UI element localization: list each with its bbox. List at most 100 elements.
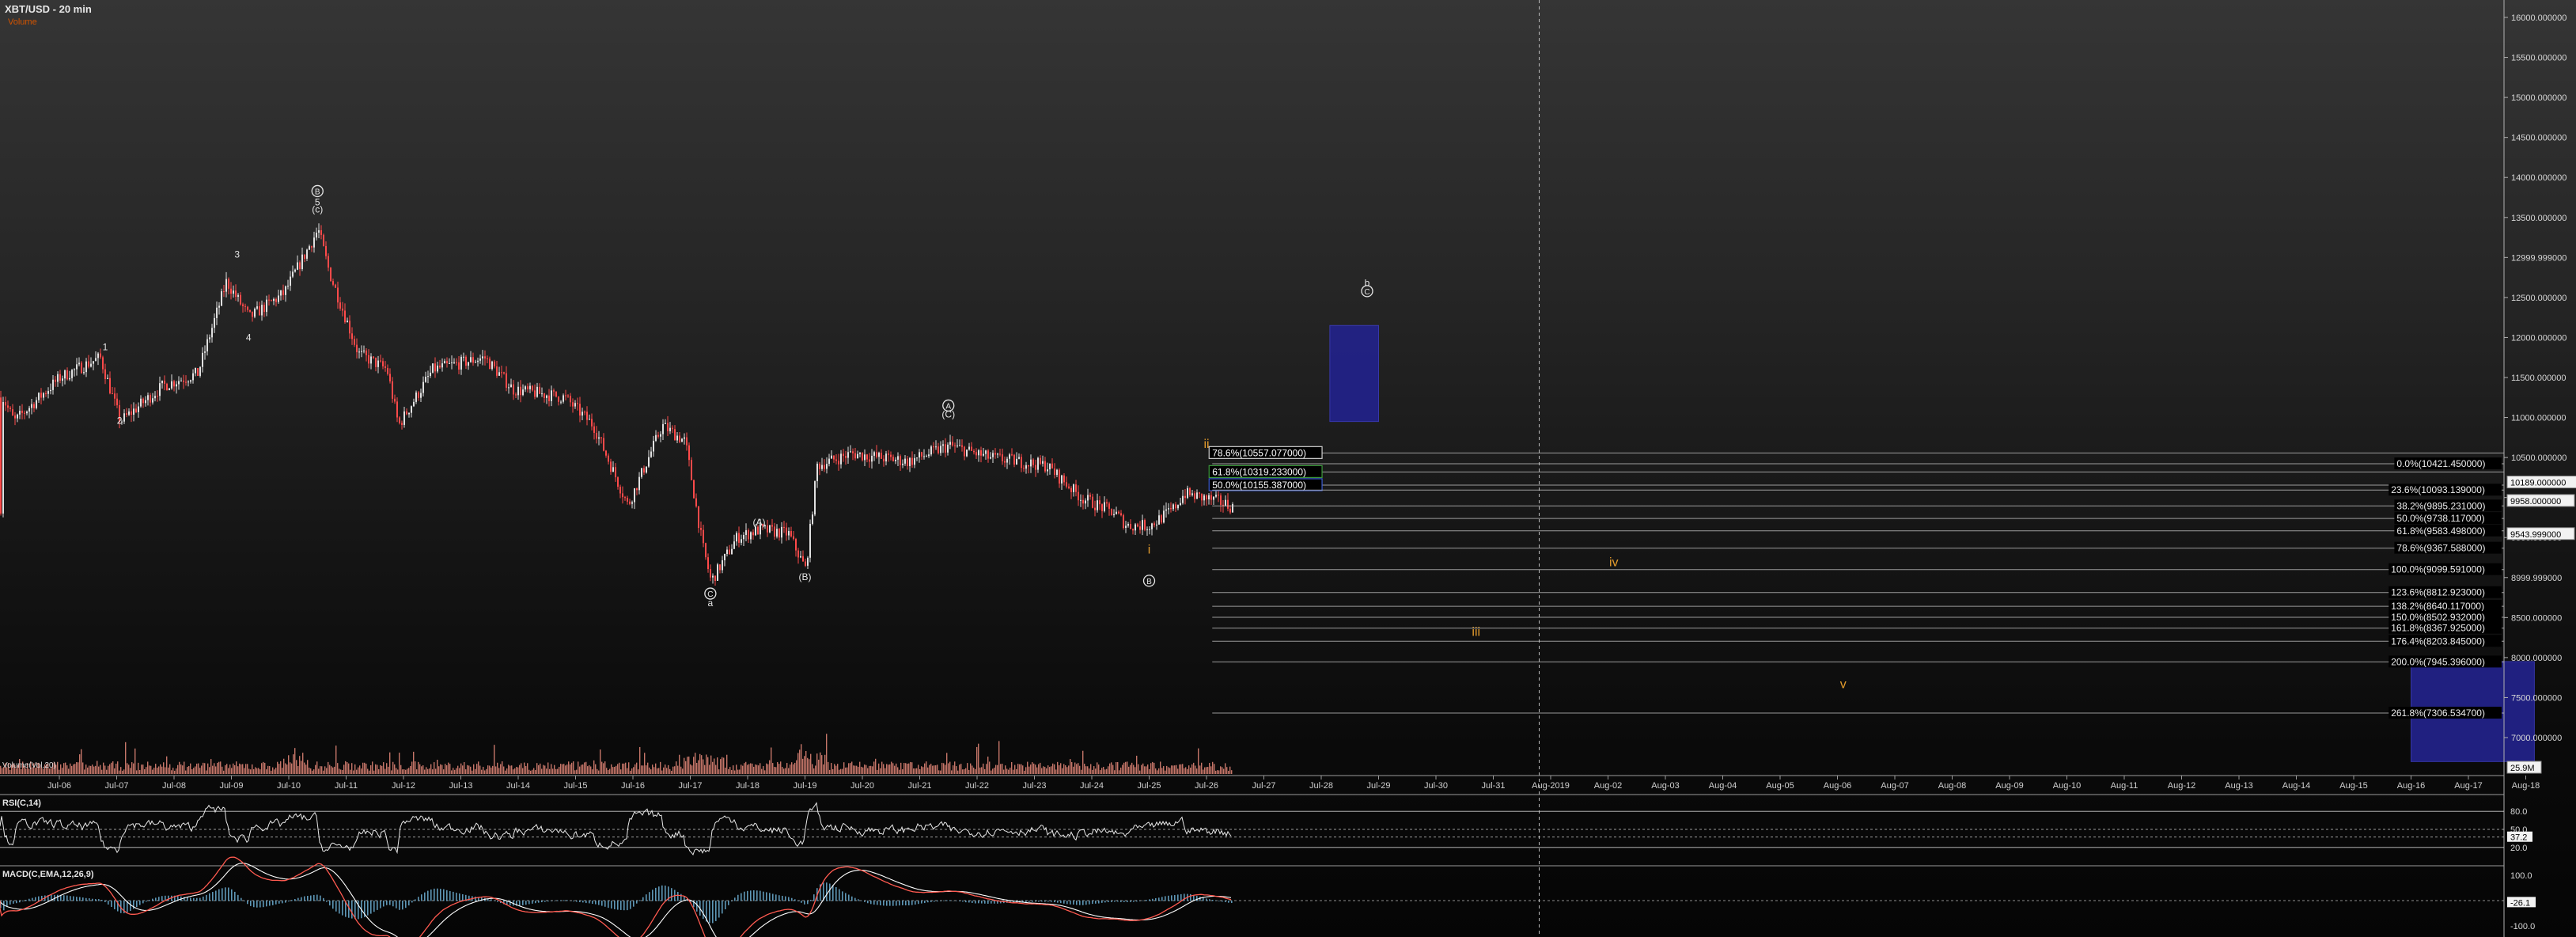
candle-body — [366, 350, 367, 355]
candle-body — [427, 376, 429, 377]
candle-body — [615, 467, 616, 478]
candle-body — [31, 404, 32, 408]
candle-body — [100, 353, 101, 358]
volume-bar — [1079, 765, 1081, 774]
volume-bar — [245, 764, 247, 774]
macd-hist-bar — [263, 901, 264, 908]
volume-bar — [698, 760, 699, 774]
macd-hist-bar — [1111, 901, 1112, 902]
candle-body — [297, 262, 298, 270]
macd-panel[interactable]: MACD(C,EMA,12,26,9) 100.0-26.1-100.0 — [0, 856, 2536, 937]
volume-bar — [1000, 764, 1002, 774]
candle-body — [244, 305, 246, 307]
volume-bar — [419, 764, 421, 774]
volume-bar — [799, 749, 801, 774]
candle-body — [987, 450, 989, 459]
candle-body — [223, 291, 225, 293]
volume-bar — [1114, 770, 1116, 774]
candle-body — [354, 339, 355, 345]
price-tick-label: 8999.999000 — [2511, 574, 2562, 583]
volume-bar — [103, 762, 104, 774]
volume-bar — [1141, 764, 1142, 774]
candle-body — [1146, 529, 1148, 530]
candle-body — [311, 246, 313, 248]
macd-hist-bar — [911, 901, 913, 905]
candle-body — [166, 383, 168, 391]
candle-body — [26, 411, 28, 414]
chart-window[interactable]: XBT/USD - 20 min Volume 78.6%(10557.0770… — [0, 0, 2576, 937]
macd-hist-bar — [421, 894, 422, 901]
rsi-panel[interactable]: RSI(C,14)80.050.037.220.0 — [0, 794, 2532, 856]
volume-bar — [424, 769, 426, 774]
volume-bar — [649, 767, 650, 774]
volume-bar — [198, 763, 199, 774]
volume-bar — [149, 765, 150, 774]
volume-bar — [1166, 765, 1168, 774]
macd-hist-bar — [510, 901, 511, 906]
candle-body — [871, 455, 873, 462]
candle-body — [1104, 502, 1105, 511]
volume-bar — [1065, 765, 1066, 774]
time-tick-label: Jul-26 — [1195, 781, 1218, 791]
price-marker-label: 25.9M — [2510, 764, 2535, 773]
fib-extension[interactable]: 0.0%(10421.450000)23.6%(10093.139000)38.… — [1212, 457, 2504, 719]
chart-canvas[interactable]: 78.6%(10557.077000)61.8%(10319.233000)50… — [0, 0, 2576, 937]
macd-hist-bar — [437, 888, 438, 901]
fib-retracement-upper[interactable]: 78.6%(10557.077000)61.8%(10319.233000)50… — [1208, 446, 2504, 491]
candle-body — [1229, 508, 1231, 513]
volume-bar — [628, 762, 630, 774]
volume-bar — [533, 768, 535, 774]
candle-body — [553, 390, 555, 392]
candle-body — [126, 413, 127, 415]
time-tick-label: Jul-12 — [392, 781, 415, 791]
price-axis[interactable]: 16000.00000015500.00000015000.0000001450… — [2503, 0, 2576, 937]
volume-bar — [427, 768, 429, 774]
candle-body — [57, 374, 59, 382]
macd-hist-bar — [316, 894, 318, 901]
candle-body — [1013, 454, 1015, 465]
volume-bar — [842, 768, 843, 774]
candle-body — [1132, 529, 1134, 531]
macd-hist-bar — [981, 901, 983, 904]
volume-bar — [486, 768, 487, 774]
volume-bar — [1011, 761, 1013, 774]
price-tick-label: 15000.000000 — [2511, 93, 2567, 103]
volume-bar — [530, 770, 532, 774]
candle-body — [634, 488, 635, 503]
macd-hist-bar — [791, 897, 793, 901]
volume-bar — [199, 768, 201, 774]
volume-bar — [720, 759, 722, 774]
volume-bar — [217, 762, 218, 774]
volume-bar — [1104, 769, 1106, 774]
candle-body — [752, 532, 754, 536]
time-tick-label: Aug-14 — [2282, 781, 2310, 791]
time-axis[interactable]: Jul-06 Jul-07 Jul-08 Jul-09 Jul-10 Jul-11 Jul-… — [0, 775, 2540, 791]
candle-body — [0, 397, 2, 514]
candle-body — [9, 408, 11, 410]
candle-body — [1213, 496, 1214, 500]
volume-bar — [1006, 768, 1008, 774]
candle-body — [629, 501, 631, 504]
price-marker-label: 9543.999000 — [2510, 530, 2561, 540]
volume-bar — [1014, 764, 1016, 774]
volume-bar — [574, 770, 576, 774]
macd-hist-bar — [604, 901, 606, 907]
volume-bar — [1003, 769, 1005, 774]
wave-label: (A) — [753, 517, 766, 528]
macd-hist-bar — [329, 901, 331, 906]
candle-body — [169, 388, 170, 391]
volume-bar — [1019, 764, 1021, 774]
candle-body — [306, 249, 308, 259]
volume-bar — [718, 769, 720, 774]
candle-body — [446, 361, 448, 363]
macd-hist-bar — [342, 901, 343, 916]
candle-body — [1021, 457, 1022, 468]
volume-bar — [680, 766, 682, 774]
macd-hist-bar — [339, 901, 340, 914]
volume-bar — [291, 763, 293, 774]
volume-bar — [772, 763, 774, 774]
macd-hist-bar — [1158, 897, 1160, 901]
candle-body — [662, 423, 664, 434]
candle-body — [565, 395, 566, 396]
target-box-1[interactable] — [1329, 324, 1379, 423]
